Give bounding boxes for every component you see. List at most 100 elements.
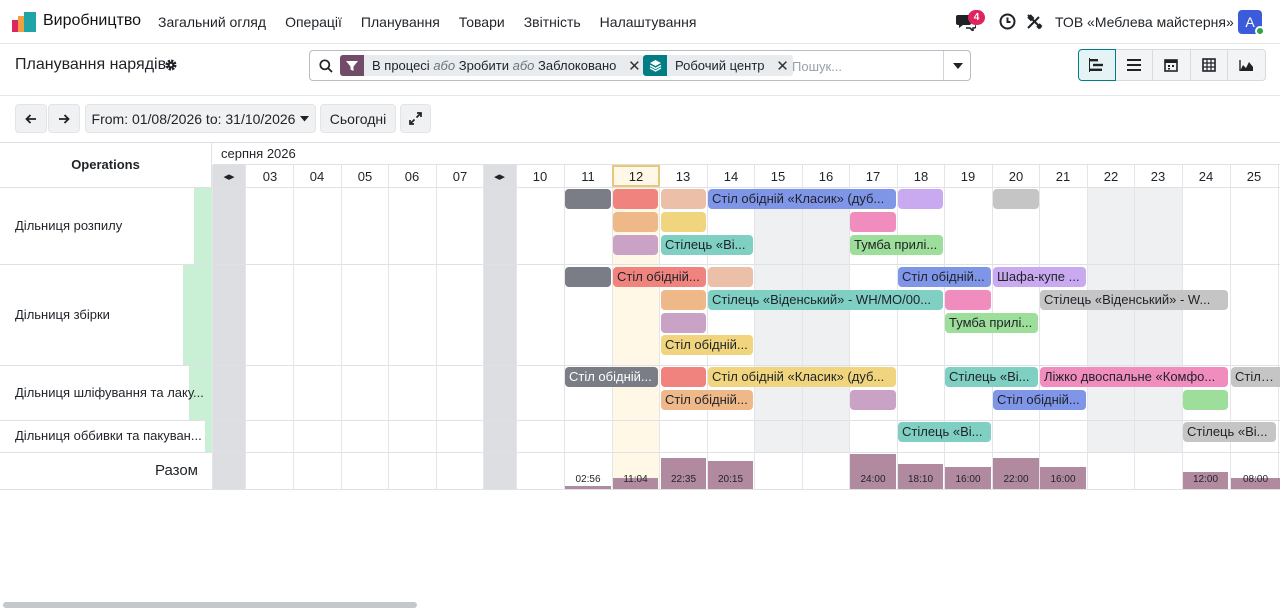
gantt-pill[interactable] — [661, 189, 706, 209]
gantt-pill[interactable]: Стілець «Ві... — [898, 422, 991, 442]
gantt-pill[interactable]: Стілець «Ві... — [661, 235, 753, 255]
day-header: 10 — [532, 168, 548, 184]
day-grid-line — [1182, 165, 1183, 490]
gantt-pill[interactable]: Стілець «Ві... — [945, 367, 1038, 387]
expand-button[interactable] — [400, 104, 431, 133]
total-bar — [565, 486, 611, 489]
gantt-pill[interactable]: Стіл обідній... — [565, 367, 658, 387]
search-input[interactable] — [792, 56, 942, 76]
day-header: 03 — [262, 168, 278, 184]
grid-line — [0, 420, 1280, 421]
gantt-pill[interactable]: Стілець «Віденський» - W... — [1040, 290, 1228, 310]
expand-collapsed-days[interactable]: ◂▸ — [483, 165, 516, 187]
gantt-pill[interactable]: Стілець «Віденський» - WH/MO/00... — [708, 290, 943, 310]
gantt-pill[interactable] — [565, 267, 611, 287]
day-header: 11 — [581, 168, 595, 184]
gantt-pill[interactable]: Шафа-купе ... — [993, 267, 1086, 287]
gantt-pill[interactable]: Ліжко двоспальне «Комфо... — [1040, 367, 1228, 387]
gantt-pill[interactable] — [1183, 390, 1228, 410]
gantt-pill[interactable] — [661, 212, 706, 232]
view-graph[interactable] — [1228, 49, 1266, 81]
gantt-pill[interactable]: Стілець «Ві... — [1183, 422, 1276, 442]
row-label-sawing[interactable]: Дільниця розпилу — [15, 218, 122, 233]
gantt-pill[interactable]: Стілець... — [1231, 367, 1280, 387]
gantt-pill[interactable] — [850, 390, 896, 410]
facet-group-value: Робочий центр — [675, 58, 765, 73]
gantt-pill[interactable] — [565, 189, 611, 209]
menu-overview[interactable]: Загальний огляд — [158, 14, 266, 30]
gantt-pill[interactable] — [898, 189, 943, 209]
row-label-assembly[interactable]: Дільниця збірки — [15, 307, 110, 322]
gantt-pill[interactable]: Стіл обідній... — [661, 390, 753, 410]
gantt-pill[interactable]: Стіл обідній... — [898, 267, 991, 287]
day-grid-line — [1087, 165, 1088, 490]
view-pivot[interactable] — [1190, 49, 1228, 81]
menu-products[interactable]: Товари — [459, 14, 505, 30]
day-header: 20 — [1008, 168, 1024, 184]
menu-planning[interactable]: Планування — [361, 14, 440, 30]
facet-state-remove[interactable]: ✕ — [624, 57, 644, 75]
area-chart-icon — [1239, 59, 1253, 71]
gantt-pill[interactable]: Стіл обідній... — [613, 267, 706, 287]
search-icon[interactable] — [319, 59, 333, 73]
grid-line — [0, 489, 1280, 490]
next-period-button[interactable] — [48, 104, 80, 133]
grid-line — [0, 264, 1280, 265]
day-header: 12 — [612, 165, 660, 187]
clock-icon[interactable] — [999, 13, 1016, 30]
day-grid-line — [754, 165, 755, 490]
day-header: 07 — [452, 168, 468, 184]
gantt-pill[interactable]: Стіл обідній... — [993, 390, 1086, 410]
menu-operations[interactable]: Операції — [285, 14, 342, 30]
gantt-pill[interactable] — [708, 267, 753, 287]
gantt-pill[interactable] — [993, 189, 1039, 209]
day-grid-line — [802, 165, 803, 490]
day-header: 17 — [865, 168, 881, 184]
grid-line — [0, 365, 1280, 366]
facet-state-values: В процесі або Зробити або Заблоковано — [372, 58, 617, 73]
facet-group-remove[interactable]: ✕ — [773, 57, 793, 75]
view-gantt[interactable] — [1078, 49, 1116, 81]
calendar-icon — [1164, 59, 1179, 72]
row-label-upholstery[interactable]: Дільниця оббивки та пакуван... — [15, 428, 202, 443]
menu-reporting[interactable]: Звітність — [524, 14, 581, 30]
view-switcher — [1078, 49, 1266, 81]
total-label: 08:00 — [1242, 474, 1269, 485]
gantt-pill[interactable] — [661, 367, 706, 387]
gantt-pill[interactable] — [661, 290, 706, 310]
gantt-pill[interactable]: Тумба прилі... — [850, 235, 943, 255]
total-label: 18:10 — [907, 474, 934, 485]
expand-collapsed-days[interactable]: ◂▸ — [213, 165, 245, 187]
search-bar: В процесі або Зробити або Заблоковано ✕ … — [309, 50, 971, 81]
previous-period-button[interactable] — [15, 104, 47, 133]
manufacturing-app-icon[interactable] — [12, 12, 36, 32]
gantt-pill[interactable]: Стіл обідній «Класик» (дуб... — [708, 189, 896, 209]
total-label: 22:35 — [670, 474, 697, 485]
gantt-pill[interactable] — [945, 290, 991, 310]
gantt-pill[interactable] — [661, 313, 706, 333]
gantt-pill[interactable]: Стіл обідній «Класик» (дуб... — [708, 367, 896, 387]
gantt-pill[interactable] — [613, 189, 658, 209]
gear-icon[interactable] — [164, 58, 178, 72]
search-options-toggle[interactable] — [943, 51, 971, 80]
date-range-dropdown[interactable]: From: 01/08/2026 to: 31/10/2026 — [85, 104, 316, 133]
company-switcher[interactable]: ТОВ «Меблева майстерня» — [1055, 14, 1234, 30]
gantt-pill[interactable]: Стіл обідній... — [661, 335, 753, 355]
gantt-pill[interactable] — [613, 235, 658, 255]
tools-icon[interactable] — [1026, 13, 1043, 30]
view-list[interactable] — [1115, 49, 1153, 81]
total-label: 16:00 — [955, 474, 981, 485]
menu-settings[interactable]: Налаштування — [600, 14, 697, 30]
horizontal-scrollbar[interactable] — [3, 602, 417, 608]
gantt-pill[interactable] — [613, 212, 658, 232]
row-label-sanding[interactable]: Дільниця шліфування та лаку... — [15, 385, 204, 400]
day-grid-line — [707, 165, 708, 490]
app-name[interactable]: Виробництво — [43, 12, 141, 30]
day-grid-line — [1278, 165, 1279, 490]
day-grid-line — [659, 165, 660, 490]
gantt-pill[interactable] — [850, 212, 896, 232]
today-button[interactable]: Сьогодні — [320, 104, 396, 133]
gantt-pill[interactable]: Тумба прилі... — [945, 313, 1038, 333]
view-calendar[interactable] — [1153, 49, 1191, 81]
control-panel-divider — [0, 95, 1280, 96]
